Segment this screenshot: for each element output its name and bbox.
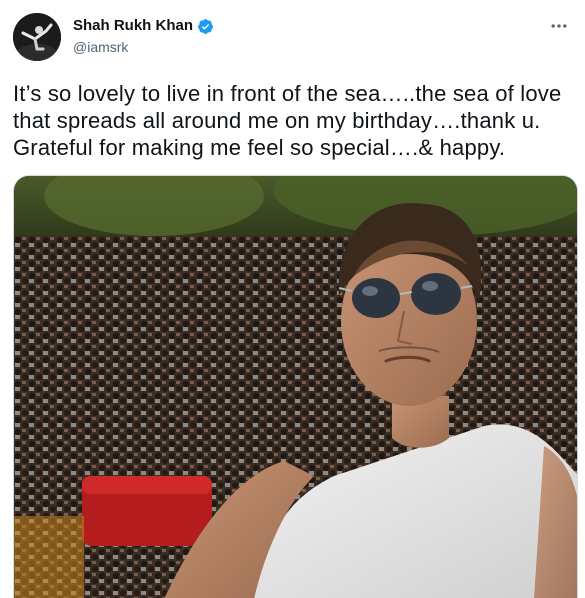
avatar-image	[13, 13, 61, 61]
tweet-photo[interactable]	[13, 175, 578, 598]
more-options-button[interactable]	[547, 16, 571, 36]
tweet-text: It’s so lovely to live in front of the s…	[13, 81, 562, 160]
verified-badge-icon	[197, 18, 214, 35]
name-row: Shah Rukh Khan	[73, 16, 214, 36]
display-name[interactable]: Shah Rukh Khan	[73, 16, 193, 36]
more-options-icon	[551, 24, 567, 28]
author-block[interactable]: Shah Rukh Khan @iamsrk	[73, 16, 214, 57]
tweet: Shah Rukh Khan @iamsrk It’s so lovely to…	[0, 0, 585, 598]
selfie-crowd-image	[14, 176, 577, 598]
handle[interactable]: @iamsrk	[73, 37, 214, 57]
avatar[interactable]	[13, 13, 61, 61]
